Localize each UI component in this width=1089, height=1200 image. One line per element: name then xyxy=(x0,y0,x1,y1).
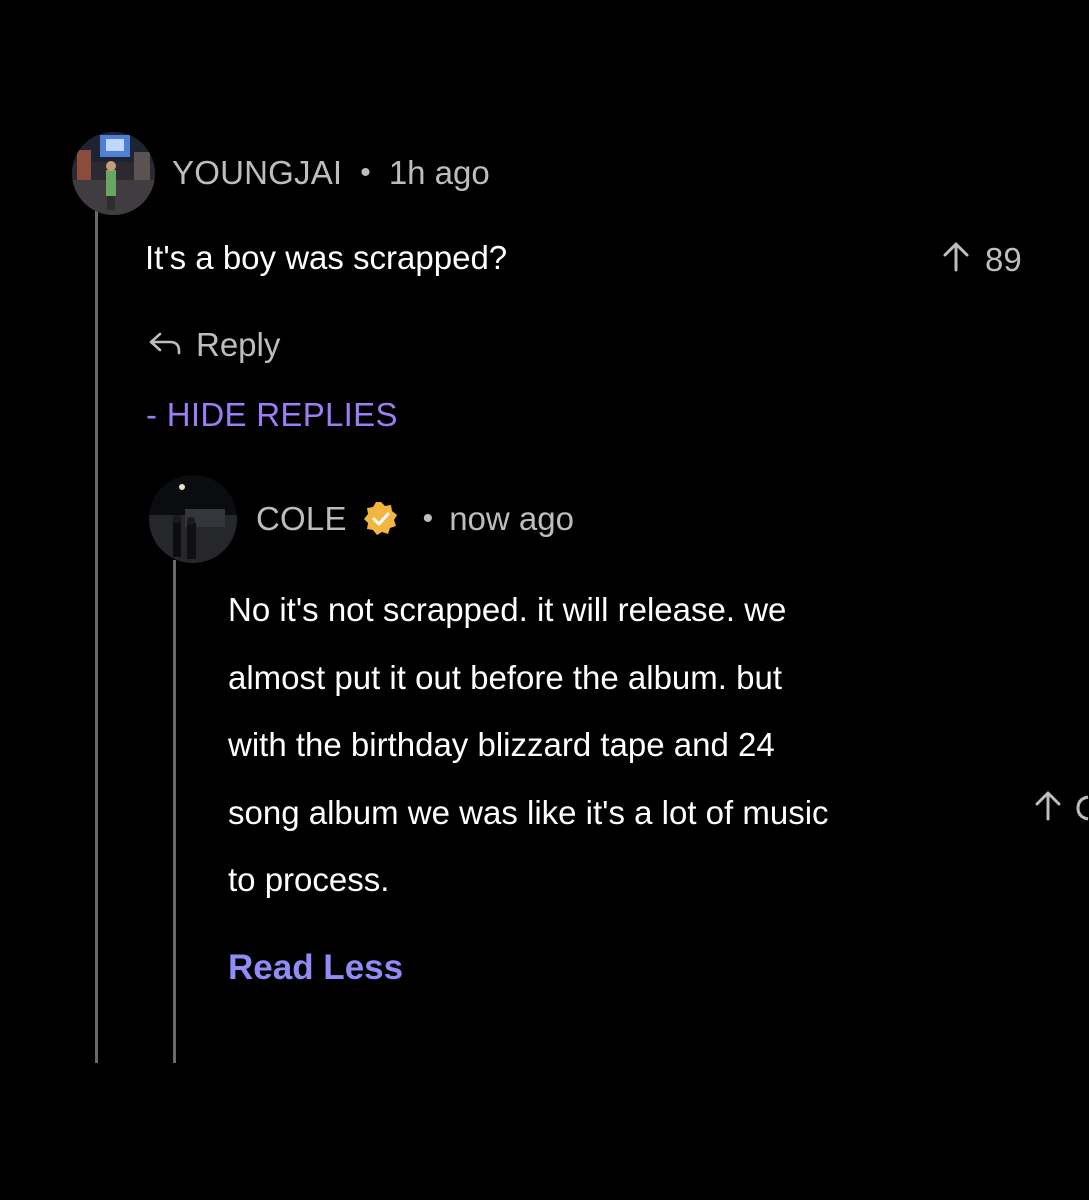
reply-timestamp: now ago xyxy=(449,500,574,537)
verified-badge-icon xyxy=(363,501,399,537)
reply-text-line: almost put it out before the album. but xyxy=(228,658,782,696)
read-less-button[interactable]: Read Less xyxy=(228,948,403,988)
username[interactable]: YOUNGJAI xyxy=(172,154,342,192)
hide-replies-button[interactable]: - HIDE REPLIES xyxy=(146,396,398,434)
reply-username[interactable]: COLE xyxy=(256,500,347,538)
reply-text-line: No it's not scrapped. it will release. w… xyxy=(228,591,787,628)
reply-text-line: song album we was like it's a lot of mus… xyxy=(228,793,829,831)
thread-line-reply xyxy=(173,560,176,1063)
reply-label: Reply xyxy=(196,326,281,363)
arrow-up-icon xyxy=(941,240,971,280)
reply-upvote-button[interactable] xyxy=(1033,789,1089,826)
reply-avatar[interactable] xyxy=(149,475,237,563)
reply-text-line: with the birthday blizzard tape and 24 xyxy=(228,726,775,763)
thread-line-parent xyxy=(95,210,98,1063)
upvote-button[interactable]: 89 xyxy=(941,240,1022,280)
separator-dot: • xyxy=(360,156,371,189)
avatar[interactable] xyxy=(72,132,155,215)
reply-separator-dot: • xyxy=(422,502,434,535)
timestamp: 1h ago xyxy=(388,154,490,191)
reply-text: No it's not scrapped. it will release. w… xyxy=(228,576,1008,914)
upvote-count: 89 xyxy=(985,241,1022,278)
reply-upvote-count-clipped xyxy=(1075,793,1089,823)
reply-text-line: to process. xyxy=(228,861,390,898)
reply-button[interactable]: Reply xyxy=(148,326,280,364)
comment-text: It's a boy was scrapped? xyxy=(145,239,508,276)
reply-arrow-icon xyxy=(148,326,182,364)
arrow-up-icon xyxy=(1033,789,1063,826)
